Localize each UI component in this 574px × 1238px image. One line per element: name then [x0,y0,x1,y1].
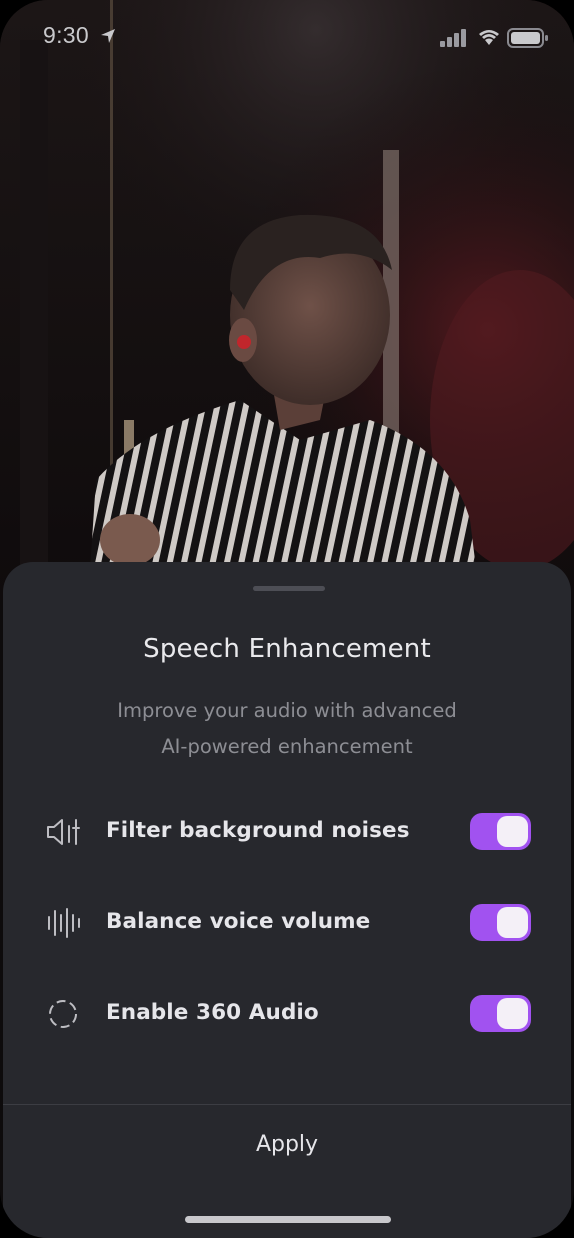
location-arrow-icon [101,29,115,43]
sheet-title: Speech Enhancement [143,634,431,664]
video-preview [0,0,574,600]
enable-360-audio-toggle[interactable] [470,995,531,1032]
cellular-signal-icon [440,29,466,47]
battery-icon [507,28,548,48]
home-indicator [185,1216,391,1223]
option-balance-voice-volume[interactable]: Balance voice volume [3,893,571,953]
subtitle-line-1: Improve your audio with advanced [117,699,457,722]
wifi-icon [479,30,499,45]
toggle-knob [497,907,528,938]
option-label: Balance voice volume [106,909,371,934]
balance-volume-toggle[interactable] [470,904,531,941]
sheet-subtitle: Improve your audio with advanced AI-powe… [63,693,511,765]
speech-enhancement-sheet: Speech Enhancement Improve your audio wi… [3,562,571,1238]
apply-button[interactable]: Apply [3,1105,571,1185]
option-label: Enable 360 Audio [106,1000,319,1025]
option-filter-background-noises[interactable]: Filter background noises [3,802,571,862]
option-enable-360-audio[interactable]: Enable 360 Audio [3,984,571,1044]
sheet-grabber[interactable] [253,586,325,591]
dashed-circle-icon [49,1000,77,1028]
toggle-knob [497,816,528,847]
toggle-knob [497,998,528,1029]
phone-screen: 9:30 Speech Enhancement Improve your aud… [0,0,574,1238]
status-time: 9:30 [43,22,89,48]
subtitle-line-2: AI-powered enhancement [161,735,413,758]
speaker-filter-icon [47,819,80,845]
waveform-icon [48,908,80,938]
filter-noises-toggle[interactable] [470,813,531,850]
video-frame-image [0,0,574,600]
status-bar: 9:30 [0,0,574,74]
option-label: Filter background noises [106,818,410,843]
